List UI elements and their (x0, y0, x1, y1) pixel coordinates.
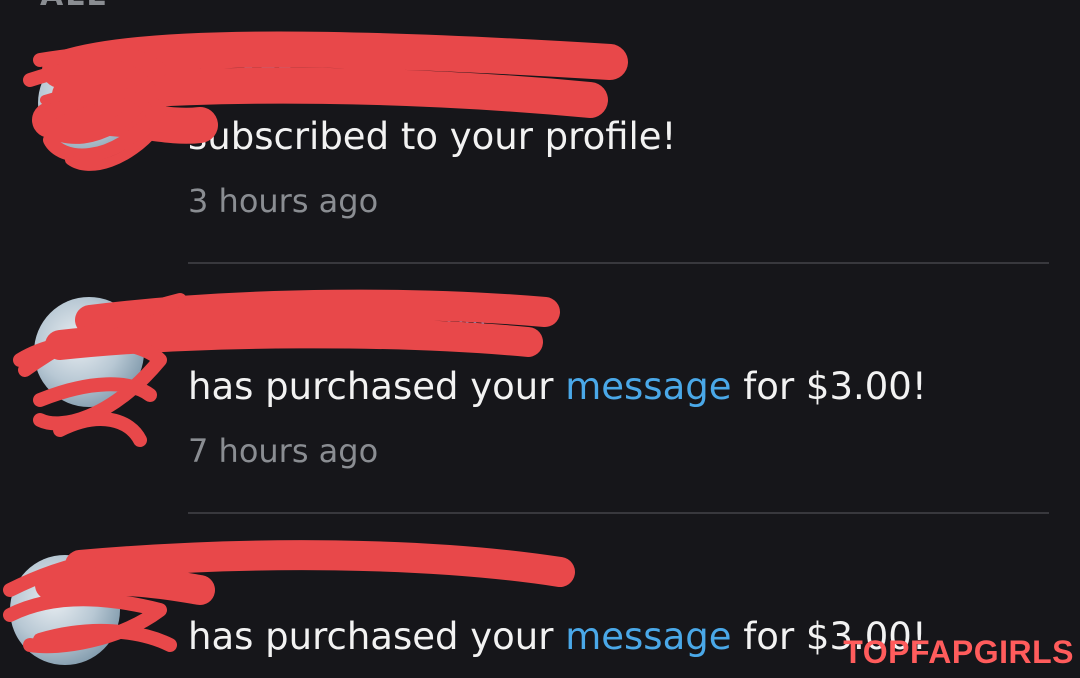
message-link[interactable]: message (565, 615, 731, 658)
watermark-logo: TOPFAPGIRLS (843, 634, 1074, 670)
message-link[interactable]: message (565, 365, 731, 408)
notification-message: subscribed to your profile! (188, 115, 677, 158)
avatar[interactable] (34, 297, 144, 407)
notification-text: has purchased your message for $3.00! (188, 615, 927, 658)
notification-time: 3 hours ago (188, 182, 379, 220)
notification-text: has purchased your message for $3.00! (188, 365, 927, 408)
username-link[interactable]: S... 172 (188, 60, 295, 93)
divider (188, 262, 1049, 264)
notification-item[interactable]: S... 172 subscribed to your profile! 3 h… (0, 0, 1080, 265)
divider (188, 512, 1049, 514)
notification-amount: for $3.00! (731, 365, 927, 408)
notification-message: has purchased your (188, 365, 566, 408)
avatar[interactable] (10, 555, 120, 665)
notification-message: has purchased your (188, 615, 566, 658)
username-link[interactable]: ...vill (420, 310, 487, 343)
notification-item[interactable]: ...vill has purchased your message for $… (0, 265, 1080, 515)
avatar[interactable] (38, 48, 148, 158)
notification-time: 7 hours ago (188, 432, 379, 470)
notification-text: subscribed to your profile! (188, 115, 676, 158)
